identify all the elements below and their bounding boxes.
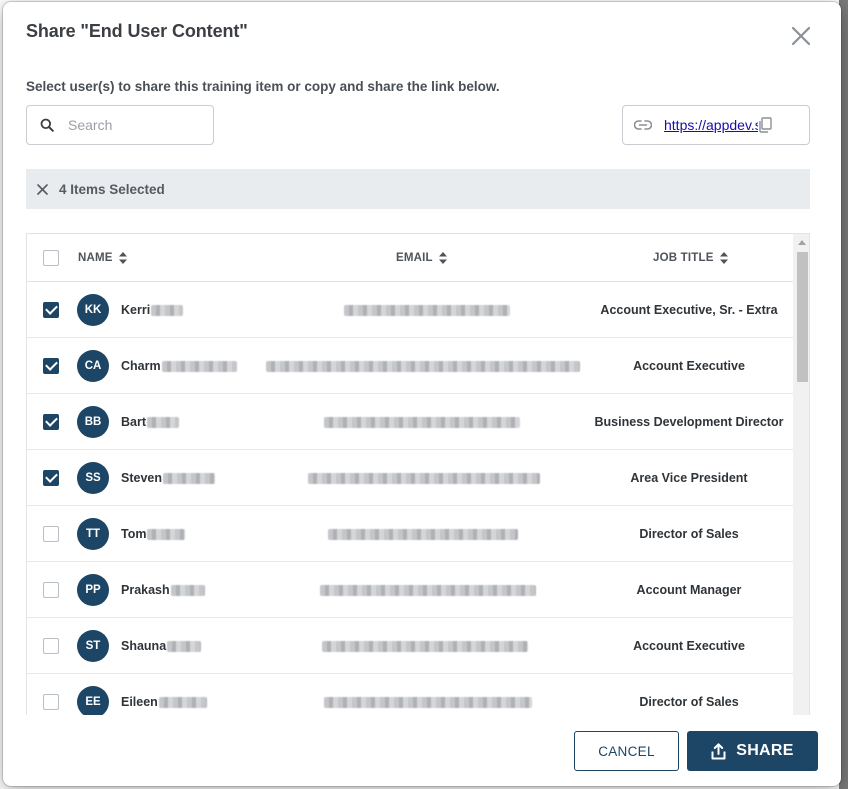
- table-row[interactable]: CA Charm Account Executive: [27, 338, 793, 394]
- column-header-name[interactable]: NAME: [78, 234, 127, 282]
- table-row[interactable]: EE Eileen Director of Sales: [27, 674, 793, 715]
- avatar: TT: [77, 518, 109, 550]
- close-icon: [791, 26, 811, 46]
- scroll-thumb[interactable]: [797, 252, 808, 382]
- selection-count: 4 Items Selected: [59, 181, 165, 197]
- redacted-surname: [163, 472, 215, 484]
- redacted-email: [266, 360, 580, 372]
- user-email: [343, 282, 510, 338]
- sort-icon: [438, 252, 447, 264]
- share-link[interactable]: https://appdev.skilli: [664, 117, 758, 133]
- redacted-surname: [161, 360, 237, 372]
- share-link-field: https://appdev.skilli: [622, 105, 810, 145]
- user-job-title: Director of Sales: [639, 527, 739, 541]
- avatar: PP: [77, 574, 109, 606]
- search-icon: [40, 118, 54, 132]
- user-job-title: Director of Sales: [639, 695, 739, 709]
- user-email: [323, 394, 520, 450]
- redacted-email: [322, 640, 528, 652]
- avatar: BB: [77, 406, 109, 438]
- link-icon: [634, 120, 652, 130]
- user-job-title: Area Vice President: [630, 471, 748, 485]
- avatar: KK: [77, 294, 109, 326]
- cancel-button[interactable]: CANCEL: [574, 731, 679, 771]
- redacted-email: [320, 584, 536, 596]
- user-email: [321, 618, 528, 674]
- user-name: Prakash: [121, 562, 205, 618]
- user-email: [323, 674, 532, 715]
- row-checkbox[interactable]: [43, 638, 59, 654]
- clear-selection-icon[interactable]: [37, 183, 48, 195]
- user-name: Shauna: [121, 618, 202, 674]
- column-header-job-title[interactable]: JOB TITLE: [653, 234, 728, 282]
- avatar: SS: [77, 462, 109, 494]
- user-name: Bart: [121, 394, 180, 450]
- column-header-email[interactable]: EMAIL: [396, 234, 447, 282]
- row-checkbox[interactable]: [43, 414, 59, 430]
- sort-icon: [118, 252, 127, 264]
- user-email: [327, 506, 518, 562]
- table-row[interactable]: ST Shauna Account Executive: [27, 618, 793, 674]
- sort-icon: [719, 252, 728, 264]
- table-row[interactable]: PP Prakash Account Manager: [27, 562, 793, 618]
- redacted-email: [324, 696, 532, 708]
- redacted-surname: [147, 416, 180, 428]
- row-checkbox[interactable]: [43, 694, 59, 710]
- avatar: ST: [77, 630, 109, 662]
- table-header: NAME EMAIL JOB TITLE: [27, 234, 793, 282]
- user-email: [265, 338, 580, 394]
- scroll-up-arrow[interactable]: [798, 240, 806, 245]
- row-checkbox[interactable]: [43, 358, 59, 374]
- row-checkbox[interactable]: [43, 470, 59, 486]
- redacted-surname: [151, 304, 184, 316]
- share-icon: [711, 742, 726, 760]
- redacted-surname: [158, 696, 207, 708]
- user-name: Eileen: [121, 674, 207, 715]
- user-job-title: Account Executive, Sr. - Extra: [600, 303, 778, 317]
- user-name: Charm: [121, 338, 237, 394]
- redacted-email: [324, 416, 520, 428]
- search-field[interactable]: [26, 105, 214, 145]
- redacted-email: [328, 528, 518, 540]
- user-job-title: Business Development Director: [594, 415, 784, 429]
- close-button[interactable]: [789, 24, 813, 48]
- user-job-title: Account Executive: [633, 359, 745, 373]
- selection-bar: 4 Items Selected: [26, 169, 810, 209]
- row-checkbox[interactable]: [43, 526, 59, 542]
- avatar: CA: [77, 350, 109, 382]
- table-scrollbar[interactable]: [793, 234, 809, 715]
- copy-icon[interactable]: [758, 117, 772, 133]
- table-row[interactable]: BB Bart Business Development Director: [27, 394, 793, 450]
- user-email: [307, 450, 540, 506]
- row-checkbox[interactable]: [43, 302, 59, 318]
- table-row[interactable]: SS Steven Area Vice President: [27, 450, 793, 506]
- row-checkbox[interactable]: [43, 582, 59, 598]
- search-input[interactable]: [68, 117, 188, 133]
- user-email: [319, 562, 536, 618]
- table-row[interactable]: KK Kerri Account Executive, Sr. - Extra: [27, 282, 793, 338]
- redacted-surname: [167, 640, 202, 652]
- user-job-title: Account Executive: [633, 639, 745, 653]
- user-job-title: Account Manager: [636, 583, 742, 597]
- redacted-email: [308, 472, 540, 484]
- redacted-surname: [170, 584, 205, 596]
- share-dialog: Share "End User Content" Select user(s) …: [3, 2, 841, 786]
- table-row[interactable]: TT Tom Director of Sales: [27, 506, 793, 562]
- redacted-surname: [147, 528, 186, 540]
- users-table: NAME EMAIL JOB TITLE KK Kerri Account Exec…: [26, 233, 810, 715]
- dialog-title: Share "End User Content": [26, 21, 248, 41]
- user-name: Tom: [121, 506, 186, 562]
- redacted-email: [344, 304, 510, 316]
- share-button[interactable]: SHARE: [687, 731, 818, 771]
- dialog-subtitle: Select user(s) to share this training it…: [26, 79, 500, 94]
- user-name: Steven: [121, 450, 215, 506]
- user-name: Kerri: [121, 282, 184, 338]
- select-all-checkbox[interactable]: [43, 250, 59, 266]
- avatar: EE: [77, 686, 109, 715]
